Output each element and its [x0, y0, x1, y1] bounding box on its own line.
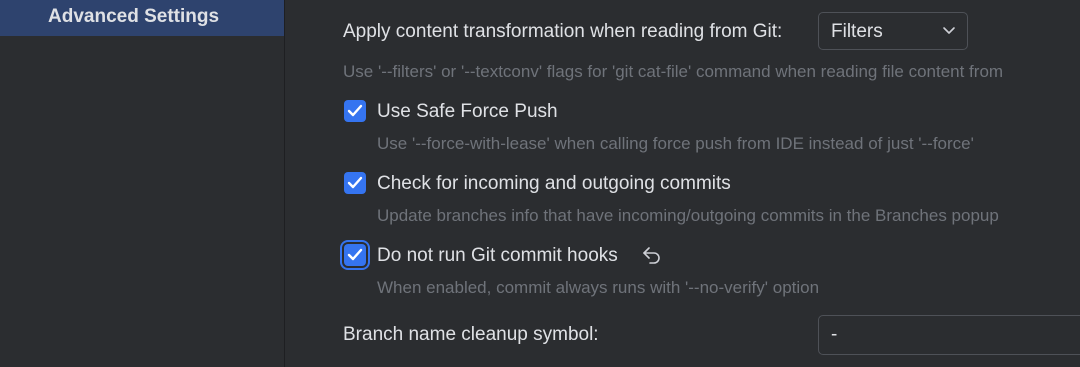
content-transformation-hint: Use '--filters' or '--textconv' flags fo…	[343, 62, 1004, 81]
settings-sidebar: Advanced Settings	[0, 0, 285, 367]
content-transformation-dropdown[interactable]: Filters	[818, 12, 968, 50]
content-transformation-label: Apply content transformation when readin…	[343, 21, 783, 42]
check-icon	[347, 104, 363, 117]
undo-icon[interactable]	[640, 244, 664, 266]
settings-window: Advanced Settings Apply content transfor…	[0, 0, 1080, 367]
settings-content: Apply content transformation when readin…	[285, 0, 1080, 367]
branch-cleanup-label: Branch name cleanup symbol:	[343, 324, 599, 345]
check-icon	[347, 176, 363, 189]
check-icon	[347, 248, 363, 261]
incoming-outgoing-label[interactable]: Check for incoming and outgoing commits	[377, 173, 731, 195]
safe-force-push-checkbox[interactable]	[344, 100, 366, 122]
incoming-outgoing-hint: Update branches info that have incoming/…	[377, 206, 999, 225]
safe-force-push-hint: Use '--force-with-lease' when calling fo…	[377, 134, 974, 153]
incoming-outgoing-checkbox[interactable]	[344, 172, 366, 194]
commit-hooks-label[interactable]: Do not run Git commit hooks	[377, 245, 618, 267]
safe-force-push-label[interactable]: Use Safe Force Push	[377, 101, 558, 123]
sidebar-item-advanced-settings[interactable]: Advanced Settings	[0, 0, 284, 36]
chevron-down-icon	[943, 27, 955, 34]
branch-cleanup-input[interactable]	[829, 322, 1071, 348]
sidebar-item-label: Advanced Settings	[48, 6, 220, 27]
branch-cleanup-field[interactable]	[818, 315, 1080, 355]
content-transformation-value: Filters	[831, 21, 883, 42]
commit-hooks-checkbox[interactable]	[344, 244, 366, 266]
commit-hooks-hint: When enabled, commit always runs with '-…	[377, 278, 820, 297]
